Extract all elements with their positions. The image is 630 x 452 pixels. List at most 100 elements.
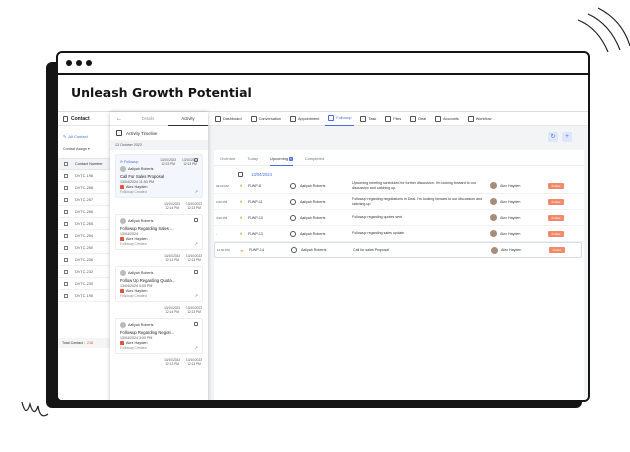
tab-dashboard[interactable]: Dashboard: [212, 112, 245, 126]
avatar: [490, 214, 497, 221]
calendar-icon: [194, 218, 198, 222]
nav-label: Followup: [336, 116, 352, 120]
contact-assign-select[interactable]: Contact Assign ▾: [63, 147, 112, 151]
nav-label: Workflow: [475, 116, 492, 121]
followup-time: 4:00 PM: [216, 215, 228, 220]
timeline-card[interactable]: Aaliyah Roberts Follow Up Regarding Quota…: [115, 266, 203, 302]
row-checkbox[interactable]: [64, 185, 68, 190]
card-owner: Alex Hayden: [120, 341, 198, 345]
timeline-cards: 13/10/2023 12:14 PM 13/10/2023 12:13 PM Aali…: [110, 202, 208, 354]
window-dot-icon[interactable]: [76, 60, 82, 66]
avatar: [120, 322, 126, 328]
table-row[interactable]: DVTC-232: [58, 266, 112, 278]
add-button[interactable]: +: [562, 132, 572, 142]
card-contact: Aaliyah Roberts: [120, 218, 198, 224]
timeline-card[interactable]: Aaliyah Roberts Followup Regarding Negoti…: [115, 318, 203, 354]
table-row[interactable]: DVTC-236: [58, 254, 112, 266]
window-dot-icon[interactable]: [86, 60, 92, 66]
tab-completed[interactable]: Completed: [305, 156, 324, 166]
tab-details[interactable]: Details: [128, 112, 168, 126]
table-row[interactable]: DVTC-195: [58, 290, 112, 302]
open-arrow-icon[interactable]: ↗: [195, 241, 198, 246]
upcoming-count-badge: 5: [289, 157, 293, 161]
row-checkbox[interactable]: [64, 245, 68, 250]
table-row[interactable]: 11:50 PM ★ FLWP-14 Aaliyah Roberts Call for …: [214, 242, 582, 258]
row-checkbox[interactable]: [64, 197, 68, 202]
tab-files[interactable]: Files: [382, 112, 404, 126]
row-checkbox[interactable]: [64, 233, 68, 238]
tab-workflow[interactable]: Workflow: [465, 112, 495, 126]
nav-label: Appointment: [297, 116, 320, 121]
tab-today[interactable]: Today: [247, 156, 258, 166]
card-contact-name: Aaliyah Roberts: [128, 271, 154, 275]
table-row[interactable]: DVTC-196: [58, 170, 112, 182]
tab-conversation[interactable]: Conversation: [248, 112, 284, 126]
status-badge[interactable]: Follow: [548, 214, 564, 221]
all-contact-label: All Contact: [68, 134, 88, 139]
card-date-2: 13/10/2023 12:13 PM: [186, 306, 202, 314]
card-title: Followup Regarding Negoti...: [120, 330, 175, 335]
tab-label: Completed: [304, 156, 325, 161]
card-date-2: 13/10/2023 12:13 PM: [186, 202, 202, 210]
owner-name: Alex Hayden: [500, 183, 521, 188]
time-text: 12:14 PM: [165, 258, 179, 262]
table-row[interactable]: DVTC-250: [58, 242, 112, 254]
row-checkbox[interactable]: [64, 281, 68, 286]
timeline-card[interactable]: ⟳ Followup 13/10/2023 12:23 PM 13/10/2023…: [115, 154, 203, 198]
tab-upcoming[interactable]: Upcoming 5: [270, 156, 293, 166]
tab-followup[interactable]: Followup: [325, 112, 355, 126]
first-card-top: ⟳ Followup 13/10/2023 12:23 PM 13/10/2023…: [120, 158, 198, 166]
back-arrow-icon[interactable]: ←: [110, 116, 128, 122]
contact-number: DVTC-195: [75, 293, 93, 298]
table-row[interactable]: DVTC-257: [58, 194, 112, 206]
card-date-2: 13/10/2023 12:13 PM: [186, 358, 202, 366]
card-date: 13/04/2024 3:00 PM: [120, 336, 153, 340]
calendar-icon: [194, 158, 198, 162]
row-checkbox[interactable]: [64, 269, 68, 274]
table-row[interactable]: DVTC-230: [58, 278, 112, 290]
tab-overdue[interactable]: Overdue: [220, 156, 235, 166]
refresh-button[interactable]: ↻: [548, 132, 558, 142]
table-row[interactable]: DVTC-256: [58, 206, 112, 218]
table-row[interactable]: DVTC-258: [58, 182, 112, 194]
row-checkbox[interactable]: [64, 221, 68, 226]
contact-number: DVTC-250: [75, 245, 93, 250]
tab-deal[interactable]: Deal: [407, 112, 429, 126]
table-row[interactable]: - ★ FLWP-13 Aaliyah Roberts Followup regardi…: [214, 226, 584, 242]
table-row[interactable]: DVTC-255: [58, 218, 112, 230]
row-checkbox[interactable]: [64, 257, 68, 262]
timeline-card[interactable]: Aaliyah Roberts Followup Regarding Sales …: [115, 214, 203, 250]
table-row[interactable]: 09:00 AM ★ FLWP-8 Aaliyah Roberts Upcoming m…: [214, 178, 584, 194]
tab-task[interactable]: Task: [357, 112, 379, 126]
timeline-title-text: Activity Timeline: [126, 130, 158, 136]
tab-appointment[interactable]: Appointment: [287, 112, 322, 126]
contacts-table-header: Contact Number: [58, 158, 112, 170]
open-arrow-icon[interactable]: ↗: [195, 293, 198, 298]
select-all-checkbox[interactable]: [64, 162, 68, 166]
all-contact-filter[interactable]: ✎ All Contact: [63, 134, 112, 139]
status-badge[interactable]: Follow: [548, 230, 564, 237]
row-checkbox[interactable]: [64, 293, 68, 298]
contacts-panel: Contact ✎ All Contact Contact Assign ▾ C…: [58, 112, 113, 400]
star-icon[interactable]: ★: [234, 199, 248, 204]
table-row[interactable]: DVTC-254: [58, 230, 112, 242]
table-row[interactable]: 4:00 PM ★ FLWP-10 Aaliyah Roberts Followup r…: [214, 210, 584, 226]
tab-activity[interactable]: Activity: [168, 112, 208, 126]
open-arrow-icon[interactable]: ↗: [195, 345, 198, 350]
open-arrow-icon[interactable]: ↗: [195, 189, 198, 194]
window-dot-icon[interactable]: [66, 60, 72, 66]
tab-accounts[interactable]: Accounts: [432, 112, 462, 126]
star-icon[interactable]: ★: [234, 231, 248, 236]
table-row[interactable]: 2:00 PM ★ FLWP-11 Aaliyah Roberts Followup r…: [214, 194, 584, 210]
status-badge[interactable]: Follow: [548, 182, 564, 189]
status-badge[interactable]: Follow: [549, 247, 565, 253]
star-icon[interactable]: ★: [234, 215, 248, 220]
calendar-icon[interactable]: [238, 171, 243, 177]
owner-name: Alex Hayden: [126, 237, 148, 241]
followup-list: 09:00 AM ★ FLWP-8 Aaliyah Roberts Upcoming m…: [214, 178, 584, 258]
row-checkbox[interactable]: [64, 173, 68, 178]
star-icon[interactable]: ★: [235, 248, 249, 253]
star-icon[interactable]: ★: [234, 183, 248, 188]
status-badge[interactable]: Follow: [548, 198, 564, 205]
row-checkbox[interactable]: [64, 209, 68, 214]
